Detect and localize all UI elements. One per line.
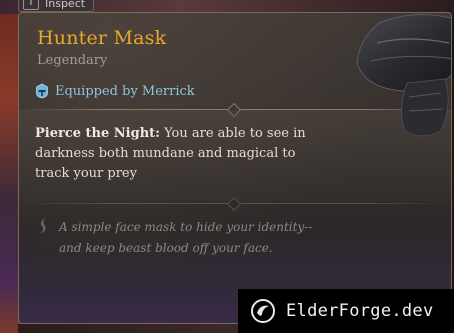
equipped-by-row: Equipped by Merrick [35,83,195,99]
item-name: Hunter Mask [37,27,167,49]
inspect-label: Inspect [45,0,86,10]
inspect-key-badge: T [23,0,39,10]
elderforge-logo-icon [251,299,275,323]
quill-icon [40,218,46,234]
flavor-text: A simple face mask to hide your identity… [59,220,313,255]
watermark-text: ElderForge.dev [286,301,434,321]
item-tooltip: Hunter Mask Legendary Equipped by Merric… [18,12,452,324]
helmet-icon [36,83,48,99]
equipped-by-text: Equipped by Merrick [55,83,195,99]
background-bottom [18,324,238,333]
inspect-prompt[interactable]: T Inspect [18,0,95,12]
passive-name: Pierce the Night: [35,126,160,141]
passive-ability: Pierce the Night: You are able to see in… [35,124,320,184]
watermark-banner: ElderForge.dev [238,289,454,333]
hunter-mask-art [356,13,451,137]
item-rarity: Legendary [37,53,108,68]
